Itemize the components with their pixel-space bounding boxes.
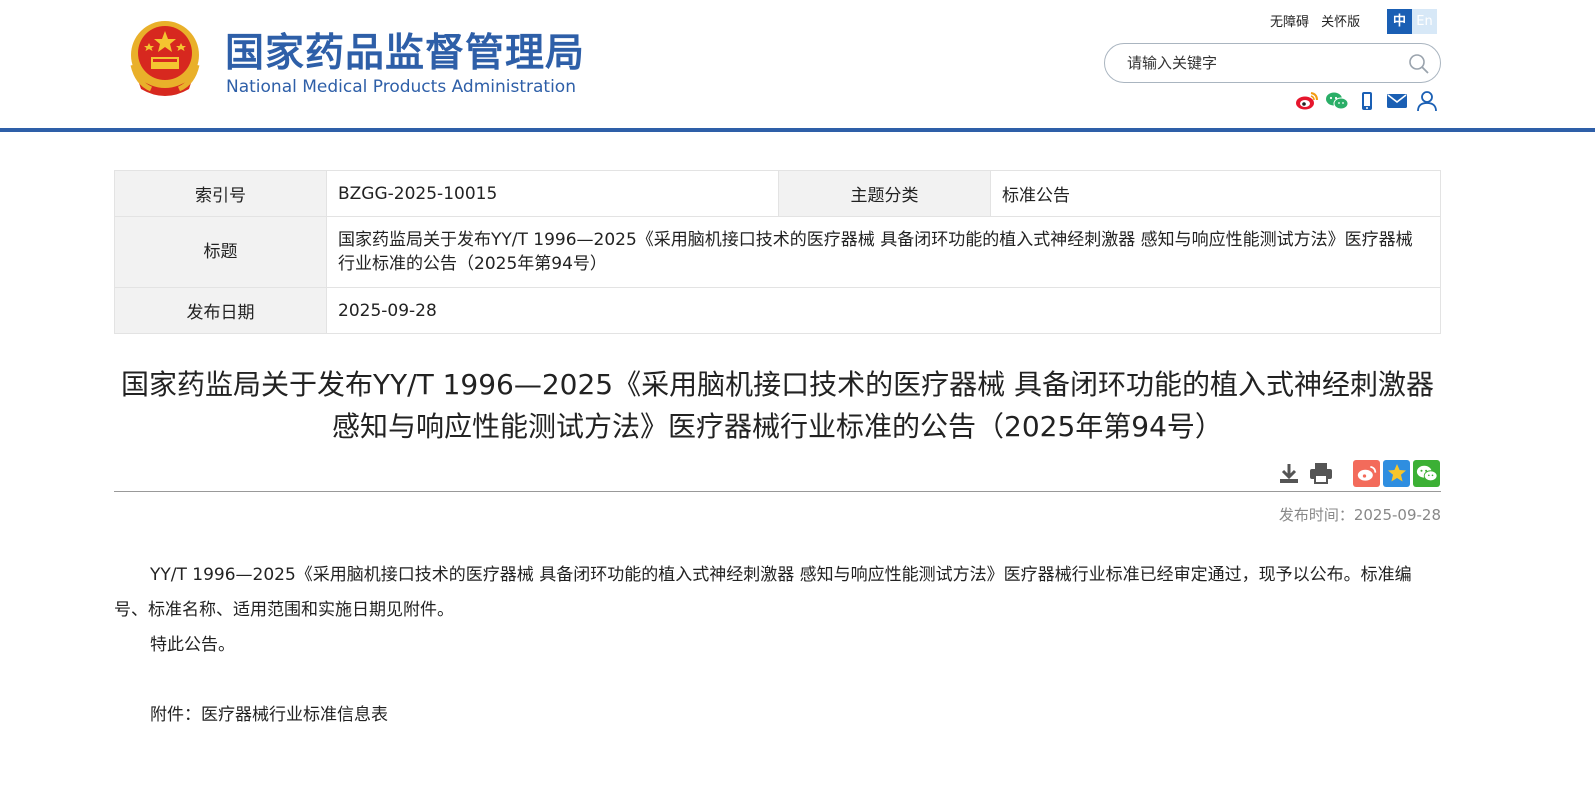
title-divider bbox=[114, 491, 1441, 492]
wechat-icon[interactable] bbox=[1325, 90, 1349, 112]
lang-zh-button[interactable]: 中 bbox=[1387, 9, 1412, 34]
publish-time: 发布时间：2025-09-28 bbox=[1278, 506, 1441, 524]
site-title-en[interactable]: National Medical Products Administration bbox=[226, 77, 576, 97]
search-box bbox=[1104, 43, 1441, 83]
mail-icon[interactable] bbox=[1385, 90, 1409, 112]
attachment-link[interactable]: 附件：医疗器械行业标准信息表 bbox=[114, 698, 1441, 733]
lang-en-button[interactable]: En bbox=[1412, 9, 1437, 34]
index-label: 索引号 bbox=[114, 170, 327, 217]
index-value: BZGG-2025-10015 bbox=[326, 170, 779, 217]
body-paragraph: YY/T 1996—2025《采用脑机接口技术的医疗器械 具备闭环功能的植入式神… bbox=[114, 565, 1412, 620]
share-favorite-icon[interactable] bbox=[1383, 459, 1410, 487]
national-emblem-icon[interactable] bbox=[127, 17, 203, 101]
share-wechat-icon[interactable] bbox=[1413, 459, 1440, 487]
title-value: 国家药监局关于发布YY/T 1996—2025《采用脑机接口技术的医疗器械 具备… bbox=[326, 216, 1441, 288]
share-weibo-icon[interactable] bbox=[1353, 459, 1380, 487]
site-title-cn[interactable]: 国家药品监督管理局 bbox=[225, 22, 585, 78]
mobile-icon[interactable] bbox=[1355, 90, 1379, 112]
elder-mode-link[interactable]: 关怀版 bbox=[1321, 15, 1360, 30]
user-icon[interactable] bbox=[1415, 90, 1439, 112]
download-icon[interactable] bbox=[1276, 459, 1302, 487]
info-table: 索引号 BZGG-2025-10015 主题分类 标准公告 标题 国家药监局关于… bbox=[114, 170, 1441, 334]
top-links: 无障碍 关怀版 bbox=[1270, 11, 1368, 30]
site-header: 国家药品监督管理局 National Medical Products Admi… bbox=[0, 0, 1595, 132]
language-switch: 中 En bbox=[1387, 9, 1437, 34]
date-label: 发布日期 bbox=[114, 287, 327, 334]
topic-label: 主题分类 bbox=[778, 170, 991, 217]
weibo-icon[interactable] bbox=[1295, 90, 1319, 112]
title-label: 标题 bbox=[114, 216, 327, 288]
article-tools bbox=[1276, 459, 1440, 487]
article-title: 国家药监局关于发布YY/T 1996—2025《采用脑机接口技术的医疗器械 具备… bbox=[120, 368, 1435, 443]
article-body: YY/T 1996—2025《采用脑机接口技术的医疗器械 具备闭环功能的植入式神… bbox=[114, 558, 1441, 733]
accessibility-link[interactable]: 无障碍 bbox=[1270, 15, 1309, 30]
search-icon[interactable] bbox=[1408, 53, 1430, 75]
topic-value: 标准公告 bbox=[990, 170, 1441, 217]
print-icon[interactable] bbox=[1308, 459, 1334, 487]
social-links bbox=[1295, 90, 1439, 112]
body-paragraph: 特此公告。 bbox=[150, 635, 235, 655]
date-value: 2025-09-28 bbox=[326, 287, 1441, 334]
search-input[interactable] bbox=[1127, 54, 1397, 72]
